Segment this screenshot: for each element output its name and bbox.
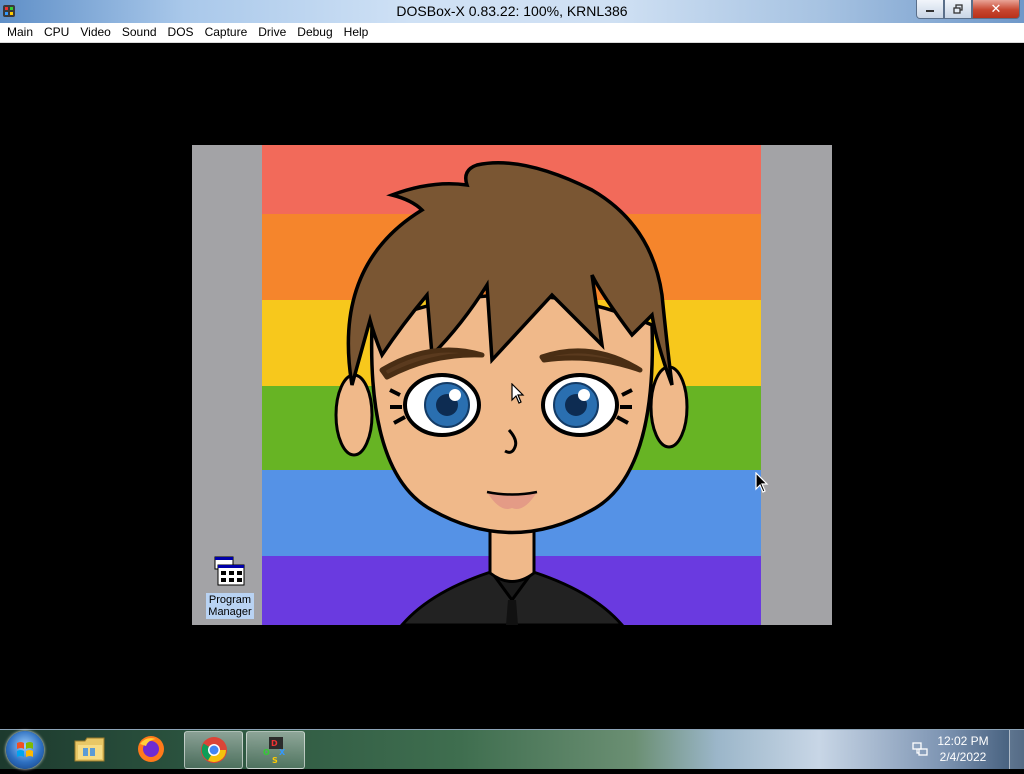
menu-bar: Main CPU Video Sound DOS Capture Drive D…: [0, 23, 1024, 43]
start-button[interactable]: [6, 731, 44, 769]
window-title: DOSBox-X 0.83.22: 100%, KRNL386: [396, 3, 628, 19]
taskbar: D O X S 12:02 PM 2/4/2022: [0, 729, 1024, 769]
menu-sound[interactable]: Sound: [115, 23, 157, 42]
restore-icon: [953, 4, 963, 14]
close-icon: ✕: [990, 1, 1002, 16]
program-manager-icon: [214, 556, 245, 586]
program-manager-label: Program Manager: [206, 593, 254, 619]
mouse-cursor-icon: [511, 383, 525, 404]
clock-time: 12:02 PM: [937, 734, 989, 748]
system-clock[interactable]: 12:02 PM 2/4/2022: [928, 733, 998, 765]
svg-text:D: D: [271, 739, 278, 748]
menu-help[interactable]: Help: [337, 23, 369, 42]
menu-main[interactable]: Main: [0, 23, 33, 42]
minimize-icon: [926, 10, 934, 12]
svg-text:O: O: [263, 748, 270, 757]
taskbar-chrome[interactable]: [184, 731, 243, 769]
title-bar[interactable]: DOSBox-X 0.83.22: 100%, KRNL386 ✕: [0, 0, 1024, 23]
menu-video[interactable]: Video: [73, 23, 110, 42]
taskbar-dosbox[interactable]: D O X S: [246, 731, 305, 769]
taskbar-firefox[interactable]: [122, 731, 179, 767]
show-desktop-button[interactable]: [1009, 730, 1024, 769]
close-button[interactable]: ✕: [972, 0, 1020, 19]
host-mouse-cursor-icon: [755, 472, 769, 493]
menu-cpu[interactable]: CPU: [37, 23, 69, 42]
restore-button[interactable]: [944, 0, 972, 19]
menu-debug[interactable]: Debug: [290, 23, 332, 42]
taskbar-file-explorer[interactable]: [61, 731, 118, 767]
svg-text:X: X: [279, 748, 286, 757]
menu-dos[interactable]: DOS: [161, 23, 194, 42]
dosbox-icon: D O X S: [263, 737, 286, 765]
menu-capture[interactable]: Capture: [198, 23, 248, 42]
svg-text:S: S: [272, 756, 278, 765]
program-manager-icon-item[interactable]: Program Manager: [206, 555, 254, 620]
windows-logo-icon: [17, 742, 33, 757]
emulator-screen[interactable]: Program Manager: [192, 145, 832, 625]
chrome-icon: [200, 737, 227, 763]
firefox-icon: [137, 736, 164, 762]
minimize-button[interactable]: [916, 0, 944, 19]
menu-drive[interactable]: Drive: [251, 23, 286, 42]
network-icon[interactable]: [912, 741, 928, 757]
file-explorer-icon: [74, 737, 104, 762]
clock-date: 2/4/2022: [939, 750, 987, 764]
